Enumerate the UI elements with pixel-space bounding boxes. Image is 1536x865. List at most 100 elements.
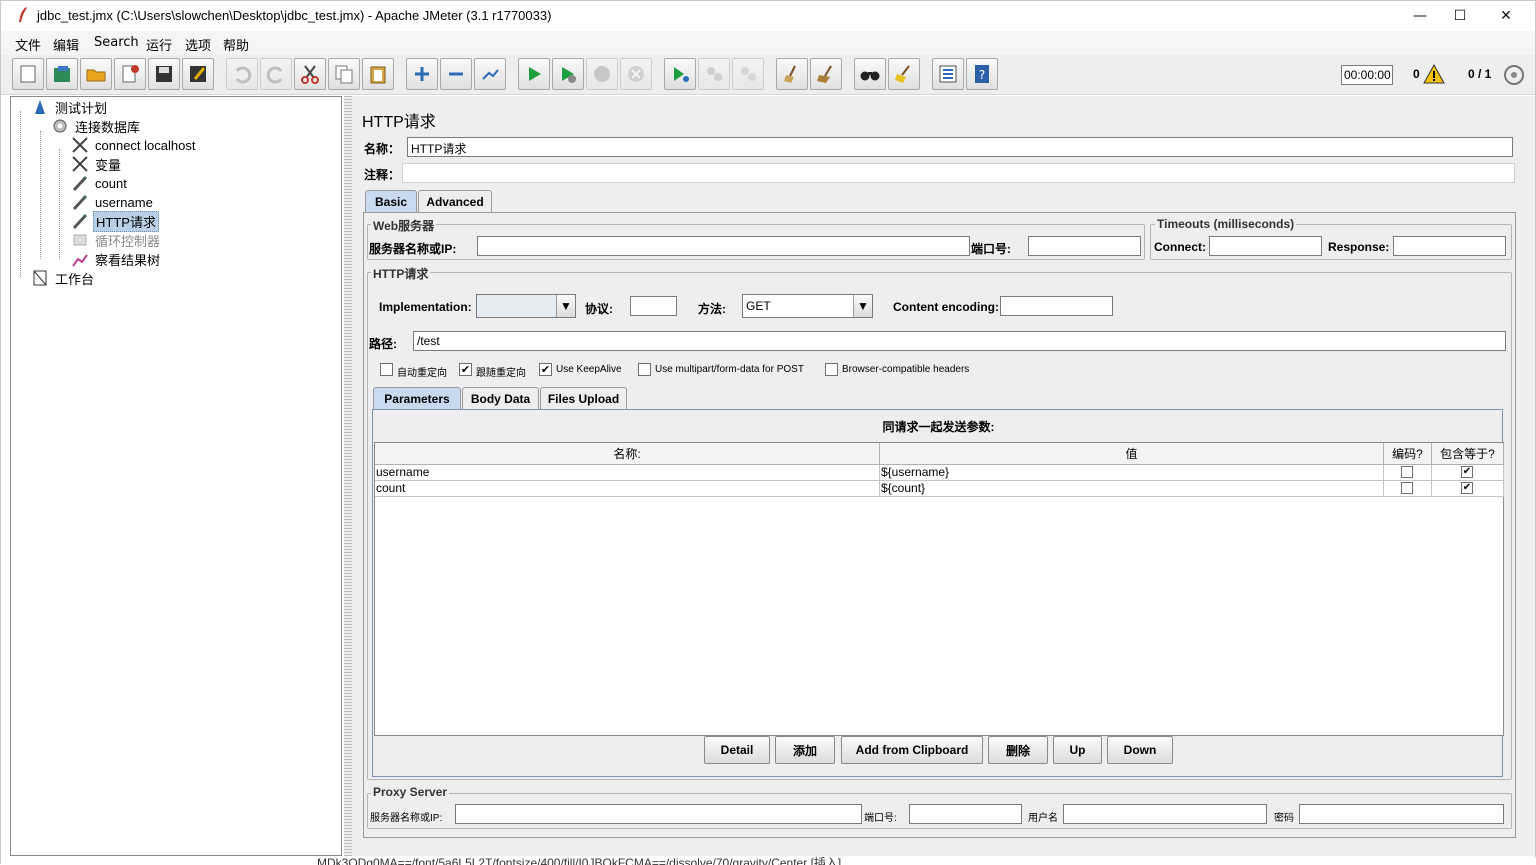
pane-splitter[interactable]	[344, 96, 352, 856]
proxy-port-field[interactable]	[909, 804, 1022, 824]
toggle-button[interactable]	[474, 58, 506, 90]
add-button[interactable]: 添加	[775, 736, 835, 764]
tree-node-variables[interactable]: 变量	[71, 155, 123, 173]
search-button[interactable]	[854, 58, 886, 90]
sampler-icon	[72, 213, 88, 230]
remote-shutdown-button[interactable]	[732, 58, 764, 90]
menu-search[interactable]: Search	[94, 35, 139, 50]
close-file-button[interactable]	[114, 58, 146, 90]
path-label: 路径:	[369, 337, 397, 351]
tab-basic[interactable]: Basic	[365, 190, 417, 212]
cut-button[interactable]	[294, 58, 326, 90]
comment-field[interactable]	[402, 163, 1515, 183]
chevron-down-icon: ▼	[853, 295, 872, 317]
detail-button[interactable]: Detail	[704, 736, 770, 764]
column-header-include-equals[interactable]: 包含等于?	[1432, 443, 1504, 465]
reset-search-button[interactable]	[888, 58, 920, 90]
copy-button[interactable]	[328, 58, 360, 90]
remote-stop-button[interactable]	[698, 58, 730, 90]
tab-parameters[interactable]: Parameters	[373, 387, 461, 409]
function-helper-button[interactable]	[932, 58, 964, 90]
column-header-name[interactable]: 名称:	[375, 443, 880, 465]
proxy-server-field[interactable]	[455, 804, 862, 824]
shutdown-button[interactable]	[620, 58, 652, 90]
column-header-value[interactable]: 值	[880, 443, 1384, 465]
tree-node-count[interactable]: count	[71, 174, 129, 192]
connect-timeout-field[interactable]	[1209, 236, 1322, 256]
collapse-all-button[interactable]	[440, 58, 472, 90]
tree-node-view-results-tree[interactable]: 察看结果树	[71, 250, 162, 268]
method-select[interactable]: GET ▼	[742, 294, 873, 318]
clear-all-button[interactable]	[810, 58, 842, 90]
new-button[interactable]	[12, 58, 44, 90]
window-title: jdbc_test.jmx (C:\Users\slowchen\Desktop…	[37, 8, 552, 23]
maximize-button[interactable]: ☐	[1437, 1, 1483, 31]
column-header-encode[interactable]: 编码?	[1384, 443, 1432, 465]
menu-file[interactable]: 文件	[15, 35, 41, 54]
include-equals-checkbox[interactable]: ✔	[1461, 466, 1473, 478]
name-field[interactable]: HTTP请求	[407, 137, 1513, 157]
encode-checkbox[interactable]	[1401, 482, 1413, 494]
tree-node-username[interactable]: username	[71, 193, 155, 211]
content-encoding-field[interactable]	[1000, 296, 1113, 316]
menu-run[interactable]: 运行	[146, 35, 172, 54]
save-button[interactable]	[148, 58, 180, 90]
expand-all-button[interactable]	[406, 58, 438, 90]
remote-start-button[interactable]	[664, 58, 696, 90]
paste-button[interactable]	[362, 58, 394, 90]
proxy-password-field[interactable]	[1299, 804, 1504, 824]
server-name-field[interactable]	[477, 236, 970, 256]
param-value-cell[interactable]: ${count}	[880, 481, 1384, 497]
tab-files-upload[interactable]: Files Upload	[540, 387, 627, 409]
tree-node-http-request[interactable]: HTTP请求	[71, 210, 159, 232]
close-button[interactable]: ✕	[1483, 1, 1529, 31]
param-value-cell[interactable]: ${username}	[880, 465, 1384, 481]
keepalive-checkbox[interactable]: ✔	[539, 363, 552, 376]
templates-button[interactable]	[46, 58, 78, 90]
param-name-cell[interactable]: username	[375, 465, 880, 481]
test-plan-tree[interactable]: 测试计划 连接数据库 connect localhost 变量 count us…	[10, 96, 342, 856]
encode-checkbox[interactable]	[1401, 466, 1413, 478]
multipart-checkbox[interactable]	[638, 363, 651, 376]
protocol-field[interactable]	[630, 296, 677, 316]
save-as-button[interactable]	[182, 58, 214, 90]
warning-icon[interactable]	[1423, 64, 1445, 84]
tree-node-thread-group[interactable]: 连接数据库	[51, 117, 142, 135]
menu-options[interactable]: 选项	[185, 35, 211, 54]
open-button[interactable]	[80, 58, 112, 90]
tree-node-workbench[interactable]: 工作台	[31, 269, 96, 287]
response-timeout-field[interactable]	[1393, 236, 1506, 256]
param-name-cell[interactable]: count	[375, 481, 880, 497]
redo-icon	[266, 66, 283, 84]
parameters-table[interactable]: 名称: 值 编码? 包含等于? username ${username} ✔ c…	[374, 442, 1504, 736]
keepalive-label: Use KeepAlive	[556, 364, 622, 375]
auto-redirect-checkbox[interactable]	[380, 363, 393, 376]
start-button[interactable]	[518, 58, 550, 90]
implementation-select[interactable]: ▼	[476, 294, 576, 318]
stop-button[interactable]	[586, 58, 618, 90]
browser-headers-checkbox[interactable]	[825, 363, 838, 376]
redo-button[interactable]	[260, 58, 292, 90]
include-equals-checkbox[interactable]: ✔	[1461, 482, 1473, 494]
play-icon	[529, 67, 541, 81]
start-no-pauses-button[interactable]	[552, 58, 584, 90]
tab-advanced[interactable]: Advanced	[418, 190, 492, 212]
down-button[interactable]: Down	[1107, 736, 1173, 764]
tree-node-connect-localhost[interactable]: connect localhost	[71, 136, 197, 154]
tree-node-loop-controller[interactable]: 循环控制器	[71, 231, 162, 249]
server-label: 服务器名称或IP:	[369, 242, 457, 256]
path-field[interactable]: /test	[413, 331, 1506, 351]
add-from-clipboard-button[interactable]: Add from Clipboard	[841, 736, 983, 764]
help-button[interactable]: ?	[966, 58, 998, 90]
port-field[interactable]	[1028, 236, 1141, 256]
tab-body-data[interactable]: Body Data	[462, 387, 539, 409]
delete-button[interactable]: 删除	[988, 736, 1048, 764]
follow-redirect-checkbox[interactable]: ✔	[459, 363, 472, 376]
clear-button[interactable]	[776, 58, 808, 90]
tree-node-test-plan[interactable]: 测试计划	[31, 98, 109, 116]
menu-help[interactable]: 帮助	[223, 35, 249, 54]
up-button[interactable]: Up	[1053, 736, 1102, 764]
proxy-username-field[interactable]	[1063, 804, 1267, 824]
undo-button[interactable]	[226, 58, 258, 90]
menu-edit[interactable]: 编辑	[53, 35, 79, 54]
